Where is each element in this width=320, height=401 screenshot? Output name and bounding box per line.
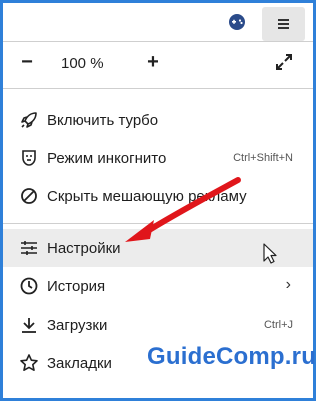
zoom-level: 100 % <box>61 55 104 72</box>
menu-item-downloads[interactable]: Загрузки Ctrl+J <box>3 306 313 344</box>
menu-item-hide-ads[interactable]: Скрыть мешающую рекламу <box>3 177 313 215</box>
menu-item-label: Настройки <box>47 240 121 257</box>
star-icon <box>20 354 38 371</box>
download-icon <box>22 318 36 333</box>
menu-item-label: Загрузки <box>47 317 108 334</box>
menu-topbar <box>3 3 313 41</box>
block-icon <box>21 188 37 204</box>
divider <box>3 88 313 89</box>
zoom-row: − 100 % + <box>3 43 313 83</box>
menu-item-label: Режим инкогнито <box>47 150 167 167</box>
hamburger-menu-button[interactable] <box>262 7 305 41</box>
menu-item-label: Включить турбо <box>47 112 159 129</box>
menu-item-label: Закладки <box>47 355 112 372</box>
watermark-text: GuideComp.ru <box>147 343 317 370</box>
menu-item-incognito[interactable]: Режим инкогнито Ctrl+Shift+N <box>3 139 313 177</box>
settings-sliders-icon <box>21 241 37 255</box>
gamepad-icon[interactable] <box>227 13 247 31</box>
chevron-right-icon: › <box>285 276 291 293</box>
rocket-icon <box>21 112 37 128</box>
hamburger-icon <box>278 19 289 29</box>
divider <box>3 41 313 42</box>
zoom-out-button[interactable]: − <box>16 51 38 73</box>
shortcut-label: Ctrl+J <box>263 319 293 331</box>
menu-item-turbo[interactable]: Включить турбо <box>3 101 313 139</box>
divider <box>3 223 313 224</box>
incognito-icon <box>22 150 36 166</box>
shortcut-label: Ctrl+Shift+N <box>233 152 293 164</box>
menu-item-label: Скрыть мешающую рекламу <box>47 188 247 205</box>
menu-item-label: История <box>47 278 106 295</box>
mouse-cursor-icon <box>263 243 277 264</box>
fullscreen-icon[interactable] <box>274 52 294 72</box>
menu-item-history[interactable]: История › <box>3 267 313 305</box>
history-clock-icon <box>20 277 38 295</box>
zoom-in-button[interactable]: + <box>142 51 164 73</box>
